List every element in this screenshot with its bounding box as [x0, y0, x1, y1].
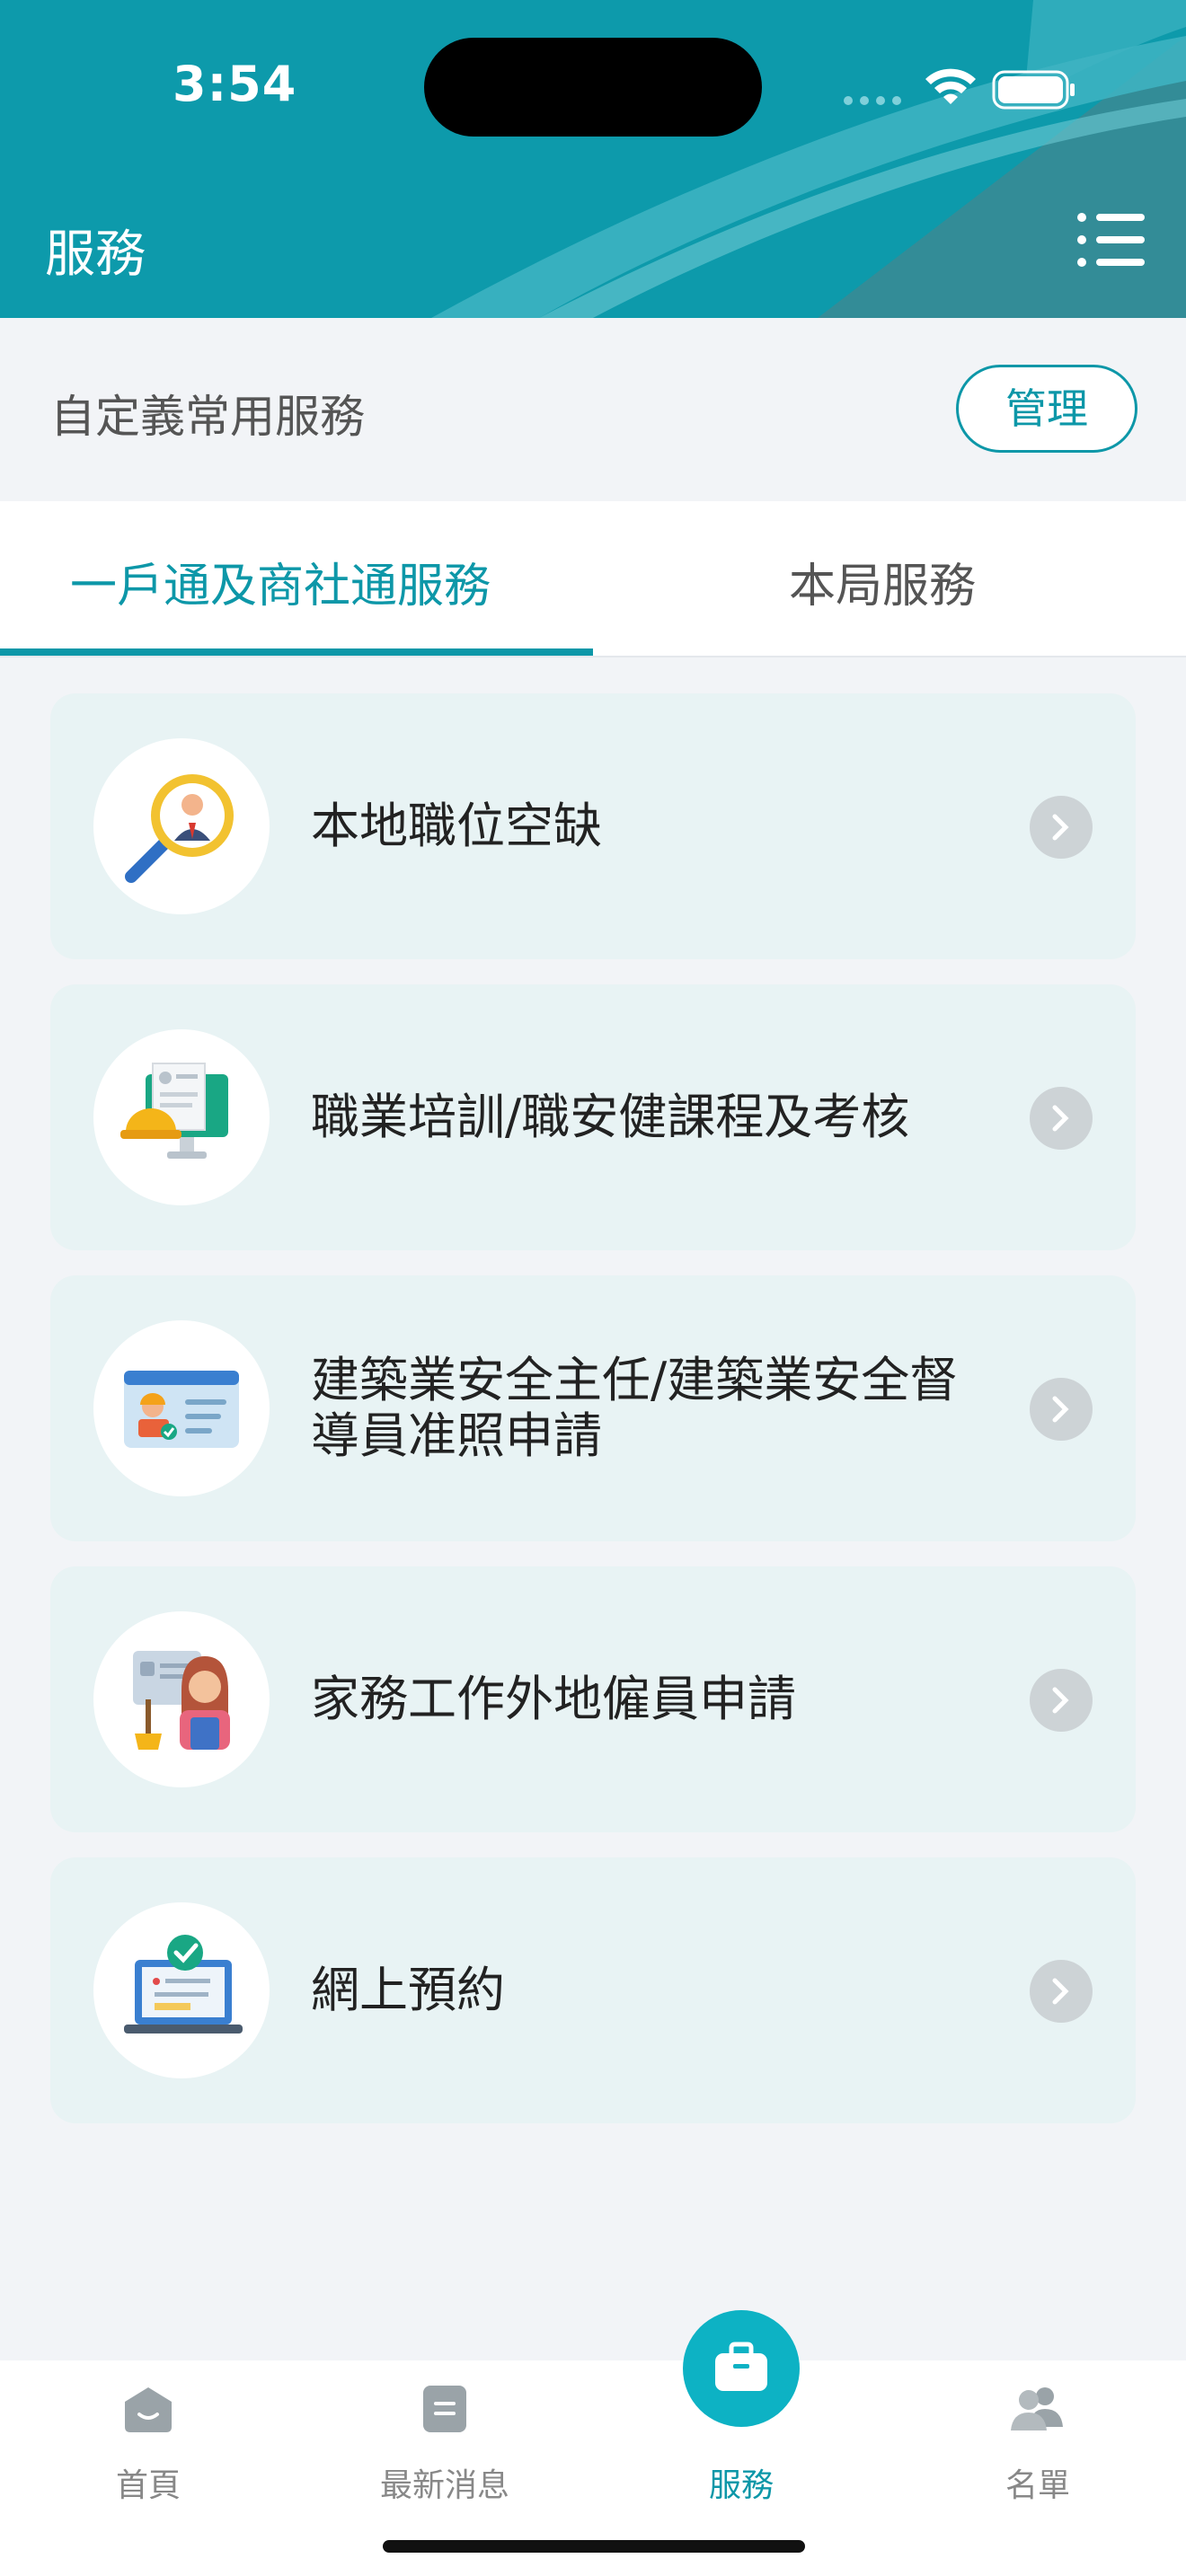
- service-label: 本地職位空缺: [311, 798, 602, 854]
- service-card-safety-license[interactable]: 建築業安全主任/建築業安全督 導員准照申請: [50, 1275, 1136, 1541]
- domestic-helper-icon: [93, 1611, 270, 1787]
- briefcase-icon: [715, 2342, 767, 2391]
- home-icon: [125, 2387, 172, 2432]
- chevron-right-icon: [1030, 1378, 1093, 1441]
- nav-label: 首頁: [115, 2467, 181, 2504]
- service-label-line2: 導員准照申請: [311, 1407, 602, 1464]
- chevron-right-icon: [1030, 796, 1093, 859]
- training-monitor-icon: [93, 1029, 270, 1205]
- news-icon: [423, 2386, 466, 2432]
- online-booking-icon: [93, 1902, 270, 2078]
- nav-item-list[interactable]: 名單: [890, 2360, 1186, 2540]
- wifi-icon: [925, 68, 976, 104]
- tab-bureau-services[interactable]: 本局服務: [789, 548, 976, 615]
- nav-label: 最新消息: [379, 2467, 509, 2504]
- nav-item-news[interactable]: 最新消息: [296, 2360, 593, 2540]
- status-icons: [844, 68, 1075, 110]
- service-label: 家務工作外地僱員申請: [311, 1671, 796, 1727]
- service-label: 職業培訓/職安健課程及考核: [311, 1089, 910, 1145]
- list-menu-icon[interactable]: [1075, 208, 1146, 271]
- service-card-online-booking[interactable]: 網上預約: [50, 1857, 1136, 2123]
- worker-license-icon: [93, 1320, 270, 1496]
- page-title: 服務: [45, 225, 146, 284]
- home-indicator: [383, 2540, 805, 2553]
- battery-icon: [992, 70, 1075, 110]
- active-tab-indicator: [0, 648, 593, 656]
- service-card-job-vacancies[interactable]: 本地職位空缺: [50, 693, 1136, 959]
- service-label: 建築業安全主任/建築業安全督 導員准照申請: [311, 1275, 1030, 1541]
- service-card-domestic-helper[interactable]: 家務工作外地僱員申請: [50, 1566, 1136, 1832]
- service-card-training[interactable]: 職業培訓/職安健課程及考核: [50, 984, 1136, 1250]
- status-time: 3:54: [173, 56, 297, 112]
- dynamic-island: [424, 38, 762, 137]
- services-screen: 3:54 服務 自定義常用服務 管理 一戶通及商社通服務 本局服務 本地職位空缺…: [0, 0, 1186, 2576]
- custom-services-row: 自定義常用服務 管理: [0, 318, 1186, 501]
- service-label: 網上預約: [311, 1962, 505, 2018]
- nav-item-home[interactable]: 首頁: [0, 2360, 296, 2540]
- signal-icon: [844, 96, 901, 105]
- header-bar: 3:54 服務: [0, 0, 1186, 318]
- chevron-right-icon: [1030, 1087, 1093, 1150]
- manage-button[interactable]: 管理: [956, 365, 1137, 453]
- chevron-right-icon: [1030, 1669, 1093, 1732]
- services-fab[interactable]: [683, 2310, 800, 2427]
- custom-services-label: 自定義常用服務: [50, 391, 365, 443]
- tab-one-account-services[interactable]: 一戶通及商社通服務: [70, 548, 491, 615]
- nav-label: 服務: [708, 2467, 774, 2504]
- service-label-line1: 建築業安全主任/建築業安全督: [311, 1352, 959, 1408]
- chevron-right-icon: [1030, 1960, 1093, 2023]
- job-search-icon: [93, 738, 270, 914]
- people-icon: [1011, 2387, 1063, 2430]
- service-tabs: 一戶通及商社通服務 本局服務: [0, 501, 1186, 657]
- nav-label: 名單: [1005, 2467, 1070, 2504]
